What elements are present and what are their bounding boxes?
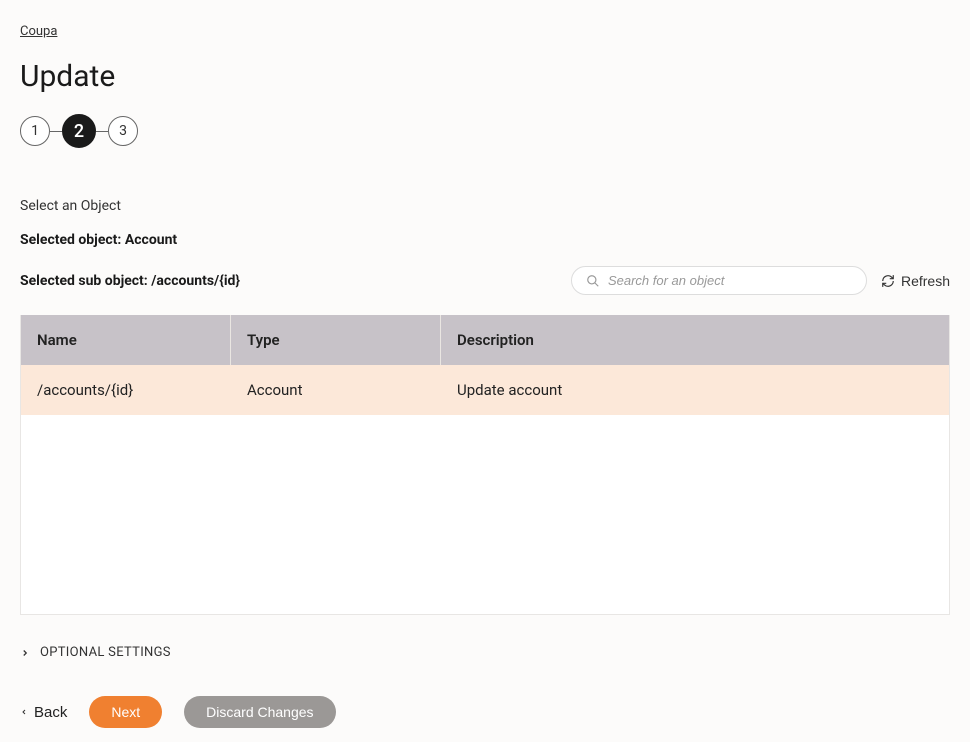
cell-type: Account (231, 365, 441, 415)
refresh-icon (881, 274, 895, 288)
back-button[interactable]: Back (20, 704, 67, 721)
search-refresh-group: Refresh (571, 266, 950, 295)
breadcrumb-link[interactable]: Coupa (20, 24, 57, 39)
step-1[interactable]: 1 (20, 116, 50, 146)
table-header: Name Type Description (21, 315, 949, 365)
discard-button[interactable]: Discard Changes (184, 696, 335, 728)
search-input[interactable] (608, 273, 852, 288)
optional-settings-label: OPTIONAL SETTINGS (40, 645, 171, 660)
step-connector (50, 131, 62, 132)
search-box[interactable] (571, 266, 867, 295)
step-2[interactable]: 2 (62, 114, 96, 148)
object-table: Name Type Description /accounts/{id} Acc… (20, 315, 950, 615)
footer-buttons: Back Next Discard Changes (20, 696, 950, 728)
selected-object-text: Selected object: Account (20, 232, 950, 248)
back-label: Back (34, 704, 67, 721)
column-header-type[interactable]: Type (231, 315, 441, 365)
refresh-button[interactable]: Refresh (881, 273, 950, 289)
step-connector (96, 131, 108, 132)
sub-object-row: Selected sub object: /accounts/{id} Refr… (20, 266, 950, 295)
column-header-name[interactable]: Name (21, 315, 231, 365)
search-icon (586, 274, 600, 288)
page-title: Update (20, 59, 950, 94)
select-object-label: Select an Object (20, 198, 950, 214)
cell-description: Update account (441, 365, 949, 415)
table-row[interactable]: /accounts/{id} Account Update account (21, 365, 949, 415)
table-empty-area (21, 415, 949, 610)
selected-sub-object-text: Selected sub object: /accounts/{id} (20, 273, 240, 289)
cell-name: /accounts/{id} (21, 365, 231, 415)
step-3[interactable]: 3 (108, 116, 138, 146)
column-header-description[interactable]: Description (441, 315, 949, 365)
stepper: 1 2 3 (20, 114, 950, 148)
optional-settings-toggle[interactable]: OPTIONAL SETTINGS (20, 645, 950, 660)
chevron-right-icon (20, 648, 30, 658)
chevron-left-icon (20, 707, 28, 717)
next-button[interactable]: Next (89, 696, 162, 728)
refresh-label: Refresh (901, 273, 950, 289)
